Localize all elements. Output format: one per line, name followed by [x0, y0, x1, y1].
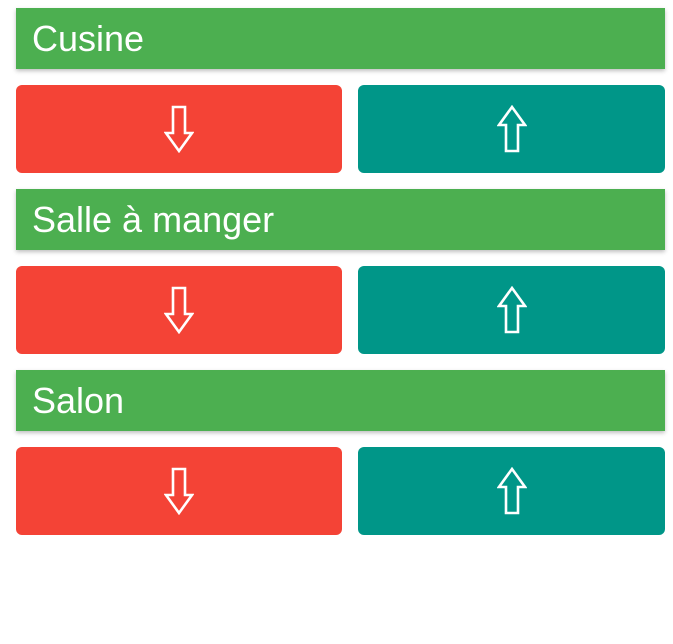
room-cusine: Cusine [16, 8, 665, 173]
shutter-down-button[interactable] [16, 85, 342, 173]
room-list: Cusine Salle à manger Salon [16, 8, 665, 551]
shutter-up-button[interactable] [358, 447, 665, 535]
shutter-up-button[interactable] [358, 85, 665, 173]
room-title: Salon [16, 370, 665, 431]
arrow-down-outline-icon [164, 286, 194, 334]
room-salle-a-manger: Salle à manger [16, 189, 665, 354]
shutter-controls [16, 85, 665, 173]
shutter-controls [16, 447, 665, 535]
room-salon: Salon [16, 370, 665, 535]
arrow-up-outline-icon [496, 286, 527, 334]
arrow-down-outline-icon [164, 467, 194, 515]
shutter-up-button[interactable] [358, 266, 665, 354]
arrow-up-outline-icon [496, 105, 527, 153]
shutter-controls [16, 266, 665, 354]
shutter-down-button[interactable] [16, 447, 342, 535]
shutter-down-button[interactable] [16, 266, 342, 354]
room-title: Salle à manger [16, 189, 665, 250]
arrow-down-outline-icon [164, 105, 194, 153]
room-title: Cusine [16, 8, 665, 69]
arrow-up-outline-icon [496, 467, 527, 515]
